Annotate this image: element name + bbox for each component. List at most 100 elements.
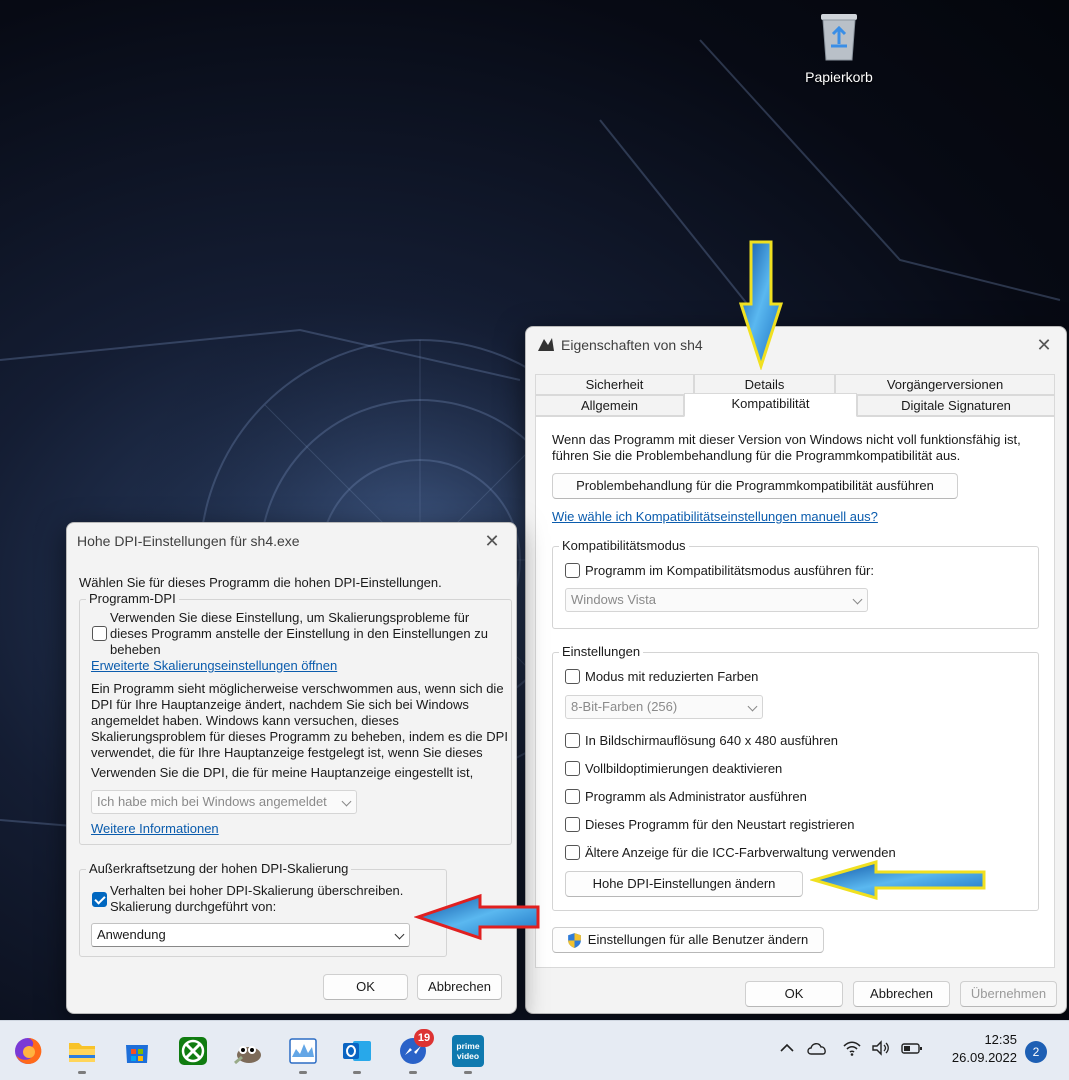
prime-label-1: prime [456,1041,480,1051]
recycle-bin-icon [821,14,857,61]
reduced-colors-label: Modus mit reduzierten Farben [585,669,759,684]
outlook-running-indicator [353,1071,361,1074]
fullscreen-opt-checkbox[interactable] [565,761,580,776]
outlook-icon[interactable] [341,1035,373,1067]
chevron-down-icon [747,701,758,712]
scaling-performed-by-select[interactable]: Anwendung [91,923,410,947]
compat-mode-select-value: Windows Vista [571,592,657,607]
settings-group-label: Einstellungen [559,644,644,659]
color-depth-select[interactable]: 8-Bit-Farben (256) [565,695,763,719]
app-icon [538,338,554,351]
all-users-button[interactable]: Einstellungen für alle Benutzer ändern [552,927,824,953]
dpi-when-select[interactable]: Ich habe mich bei Windows angemeldet [91,790,357,814]
messenger-badge: 19 [414,1029,434,1047]
dpi-window-title: Hohe DPI-Einstellungen für sh4.exe [77,533,300,549]
dpi-desc-4: Skalierungsproblem für dieses Programm z… [91,729,508,744]
chevron-down-icon [341,796,352,807]
program-dpi-text-3: beheben [110,642,161,657]
program-dpi-group: Programm-DPI Verwenden Sie diese Einstel… [79,591,512,845]
register-restart-checkbox[interactable] [565,817,580,832]
more-info-link[interactable]: Weitere Informationen [91,821,219,836]
dpi-override-checkbox[interactable] [92,892,107,907]
tab-allgemein[interactable]: Allgemein [535,395,684,416]
taskbar-clock[interactable]: 12:35 26.09.2022 [952,1031,1017,1067]
compat-mode-checkbox[interactable] [565,563,580,578]
prime-video-icon[interactable]: prime video [452,1035,484,1067]
tab-kompatibilitaet[interactable]: Kompatibilität [684,393,857,417]
annotation-arrow-left-red [414,893,540,941]
prime-label-2: video [456,1051,480,1061]
file-explorer-icon[interactable] [66,1035,98,1067]
use-dpi-label: Verwenden Sie die DPI, die für meine Hau… [91,765,474,780]
dpi-when-select-value: Ich habe mich bei Windows angemeldet [97,794,327,809]
all-users-button-label: Einstellungen für alle Benutzer ändern [587,932,809,947]
scaling-performed-by-value: Anwendung [97,927,166,942]
xbox-icon[interactable] [177,1035,209,1067]
properties-apply-button[interactable]: Übernehmen [960,981,1057,1007]
gimp-icon[interactable] [232,1035,264,1067]
recycle-bin[interactable]: Papierkorb [796,8,882,85]
troubleshoot-button[interactable]: Problembehandlung für die Programmkompat… [552,473,958,499]
dpi-override-group: Außerkraftsetzung der hohen DPI-Skalieru… [79,861,447,957]
dpi-titlebar: Hohe DPI-Einstellungen für sh4.exe ✕ [67,523,516,559]
firefox-icon[interactable] [12,1035,44,1067]
icc-legacy-checkbox[interactable] [565,845,580,860]
explorer-running-indicator [78,1071,86,1074]
chevron-down-icon [852,594,863,605]
program-dpi-checkbox[interactable] [92,626,107,641]
fullscreen-opt-label: Vollbildoptimierungen deaktivieren [585,761,783,776]
annotation-arrow-left-yellow [810,860,986,900]
intro-line-2: führen Sie die Problembehandlung für die… [552,448,961,463]
tab-details[interactable]: Details [694,374,835,395]
tab-vorgaengerversionen[interactable]: Vorgängerversionen [835,374,1055,395]
microsoft-store-icon[interactable] [121,1035,153,1067]
properties-cancel-button[interactable]: Abbrechen [853,981,950,1007]
program-dpi-text-1: Verwenden Sie diese Einstellung, um Skal… [110,610,470,625]
prime-running-indicator [464,1071,472,1074]
dpi-desc-2: DPI für Ihre Hauptanzeige ändert, nachde… [91,697,469,712]
dpi-override-text-1: Verhalten bei hoher DPI-Skalierung übers… [110,883,404,898]
annotation-arrow-down [738,240,784,370]
dpi-ok-button[interactable]: OK [323,974,408,1000]
advanced-scaling-link[interactable]: Erweiterte Skalierungseinstellungen öffn… [91,658,337,673]
compat-mode-select[interactable]: Windows Vista [565,588,868,612]
manual-settings-link[interactable]: Wie wähle ich Kompatibilitätseinstellung… [552,509,878,524]
dpi-intro: Wählen Sie für dieses Programm die hohen… [79,575,442,590]
color-depth-select-value: 8-Bit-Farben (256) [571,699,678,714]
clock-time: 12:35 [984,1032,1017,1047]
properties-close-button[interactable]: ✕ [1030,333,1058,357]
compat-mode-group-label: Kompatibilitätsmodus [559,538,689,553]
monitor-running-indicator [299,1071,307,1074]
tab-sicherheit[interactable]: Sicherheit [535,374,694,395]
system-monitor-icon[interactable] [287,1035,319,1067]
chevron-down-icon [394,929,405,940]
properties-ok-button[interactable]: OK [745,981,843,1007]
shield-icon [568,933,581,948]
wifi-icon[interactable] [842,1039,862,1062]
compat-mode-checkbox-label: Programm im Kompatibilitätsmodus ausführ… [585,563,875,578]
tab-digitale-signaturen[interactable]: Digitale Signaturen [857,395,1055,416]
battery-icon[interactable] [900,1039,924,1062]
recycle-bin-label: Papierkorb [805,69,873,85]
run-as-admin-checkbox[interactable] [565,789,580,804]
dpi-cancel-button[interactable]: Abbrechen [417,974,502,1000]
dpi-override-text-2: Skalierung durchgeführt von: [110,899,277,914]
resolution-640-label: In Bildschirmauflösung 640 x 480 ausführ… [585,733,838,748]
high-dpi-settings-button[interactable]: Hohe DPI-Einstellungen ändern [565,871,803,897]
properties-titlebar: Eigenschaften von sh4 ✕ [526,327,1066,363]
volume-icon[interactable] [871,1039,891,1062]
taskbar: 19 prime video 12:35 26.09.2022 2 [0,1020,1069,1080]
properties-window: Eigenschaften von sh4 ✕ Sicherheit Detai… [525,326,1067,1014]
dpi-desc-3: angemeldet haben. Windows kann versuchen… [91,713,399,728]
dpi-desc-1: Ein Programm sieht möglicherweise versch… [91,681,504,696]
resolution-640-checkbox[interactable] [565,733,580,748]
messenger-running-indicator [409,1071,417,1074]
onedrive-cloud-icon[interactable] [806,1039,828,1062]
properties-title: Eigenschaften von sh4 [561,337,703,353]
reduced-colors-checkbox[interactable] [565,669,580,684]
run-as-admin-label: Programm als Administrator ausführen [585,789,807,804]
register-restart-label: Dieses Programm für den Neustart registr… [585,817,855,832]
chevron-up-icon[interactable] [778,1039,796,1062]
notification-count-badge[interactable]: 2 [1025,1041,1047,1063]
dpi-close-button[interactable]: ✕ [478,529,506,553]
